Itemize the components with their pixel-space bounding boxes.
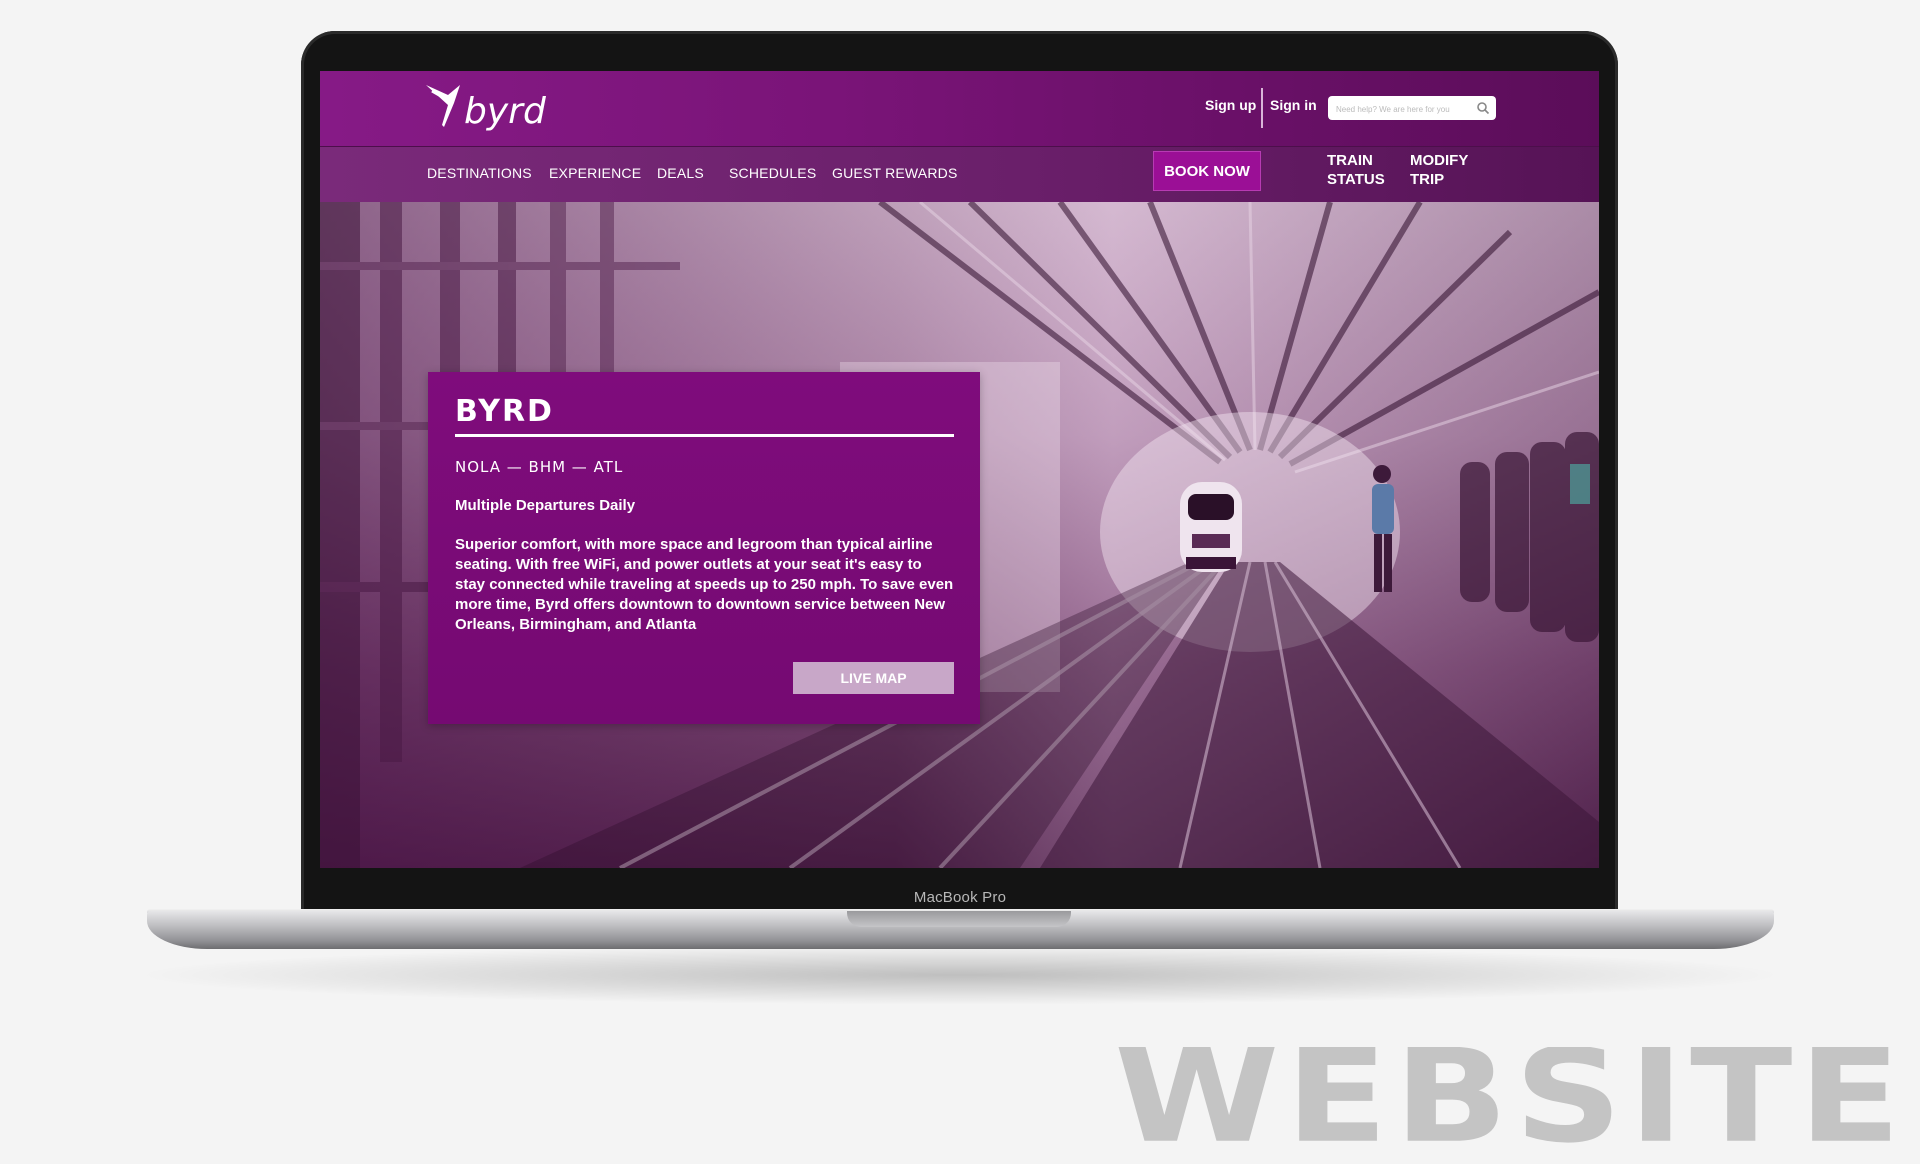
modify-trip-line-1: MODIFY <box>1410 152 1469 169</box>
search-box <box>1328 96 1496 120</box>
laptop-screen: byrd Sign up Sign in DESTINATIONS EXPERI… <box>320 71 1599 868</box>
modify-trip-line-2: TRIP <box>1410 171 1445 188</box>
device-label: MacBook Pro <box>913 889 1007 906</box>
modify-trip-link[interactable]: MODIFY TRIP <box>1410 151 1468 189</box>
site-header: byrd Sign up Sign in <box>320 71 1599 146</box>
card-description: Superior comfort, with more space and le… <box>455 536 954 633</box>
byrd-logo[interactable]: byrd <box>424 81 564 136</box>
card-divider <box>455 434 954 437</box>
card-title: BYRD <box>455 394 554 429</box>
train-status-line-2: STATUS <box>1327 171 1385 188</box>
nav-item-guest-rewards[interactable]: GUEST REWARDS <box>832 165 958 181</box>
train-icon <box>1180 482 1242 572</box>
auth-divider <box>1261 88 1263 128</box>
train-status-line-1: TRAIN <box>1327 152 1373 169</box>
route-info-card: BYRD NOLA — BHM — ATL Multiple Departure… <box>428 372 980 724</box>
sign-in-link[interactable]: Sign in <box>1270 97 1317 113</box>
nav-item-experience[interactable]: EXPERIENCE <box>549 165 641 181</box>
live-map-button[interactable]: LIVE MAP <box>793 662 954 694</box>
website-watermark: WEBSITE <box>1114 1047 1907 1148</box>
departures-label: Multiple Departures Daily <box>455 497 636 514</box>
search-input[interactable] <box>1334 99 1472 119</box>
sign-up-link[interactable]: Sign up <box>1205 97 1256 113</box>
nav-item-schedules[interactable]: SCHEDULES <box>729 165 816 181</box>
nav-item-deals[interactable]: DEALS <box>657 165 704 181</box>
laptop-notch <box>847 911 1071 927</box>
laptop-shadow <box>130 945 1790 1005</box>
train-status-link[interactable]: TRAIN STATUS <box>1327 151 1385 189</box>
book-now-button[interactable]: BOOK NOW <box>1154 152 1260 190</box>
nav-item-destinations[interactable]: DESTINATIONS <box>427 165 532 181</box>
route-label: NOLA — BHM — ATL <box>455 458 624 476</box>
search-icon[interactable] <box>1476 101 1490 115</box>
byrd-logo-icon: byrd <box>426 85 547 132</box>
logo-wordmark: byrd <box>464 91 547 132</box>
main-nav: DESTINATIONS EXPERIENCE DEALS SCHEDULES … <box>320 146 1599 202</box>
